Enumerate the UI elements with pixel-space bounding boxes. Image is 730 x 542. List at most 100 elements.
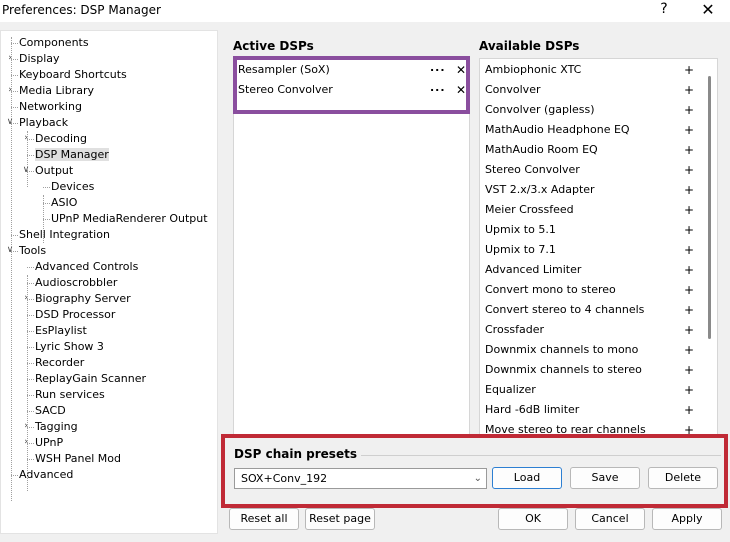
tree-item-advanced-controls[interactable]: Advanced Controls xyxy=(35,259,138,274)
tree-item-lyric-show-3[interactable]: Lyric Show 3 xyxy=(35,339,104,354)
active-dsp-row[interactable]: Stereo Convolver... ✕ xyxy=(238,80,468,100)
tree-item-dsd-processor[interactable]: DSD Processor xyxy=(35,307,115,322)
available-dsp-row[interactable]: Upmix to 5.1 + xyxy=(485,220,695,240)
close-button[interactable]: ✕ xyxy=(700,0,716,19)
available-dsp-row[interactable]: Hard -6dB limiter + xyxy=(485,400,695,420)
add-dsp-button[interactable]: + xyxy=(684,160,694,180)
tree-item-run-services[interactable]: Run services xyxy=(35,387,105,402)
tree-item-dsp-manager[interactable]: DSP Manager xyxy=(35,147,109,162)
tree-item-output[interactable]: Output xyxy=(35,163,73,178)
tree-item-asio[interactable]: ASIO xyxy=(51,195,77,210)
available-dsp-row[interactable]: Downmix channels to mono + xyxy=(485,340,695,360)
load-button[interactable]: Load xyxy=(492,467,562,489)
add-dsp-button[interactable]: + xyxy=(684,220,694,240)
configure-dsp-button[interactable]: ... xyxy=(430,78,446,98)
available-dsp-row[interactable]: Upmix to 7.1 + xyxy=(485,240,695,260)
reset-page-button[interactable]: Reset page xyxy=(305,508,375,530)
add-dsp-button[interactable]: + xyxy=(684,60,694,80)
tree-item-devices[interactable]: Devices xyxy=(51,179,94,194)
available-dsp-row[interactable]: Convolver (gapless) + xyxy=(485,100,695,120)
reset-all-button[interactable]: Reset all xyxy=(229,508,299,530)
chevron-down-icon[interactable]: ∨ xyxy=(22,163,30,178)
available-dsp-row[interactable]: Stereo Convolver + xyxy=(485,160,695,180)
tree-item-upnp-mediarenderer-output[interactable]: UPnP MediaRenderer Output xyxy=(51,211,208,226)
add-dsp-button[interactable]: + xyxy=(684,260,694,280)
add-dsp-button[interactable]: + xyxy=(684,400,694,420)
remove-dsp-button[interactable]: ✕ xyxy=(456,80,466,100)
tree-item-components[interactable]: Components xyxy=(19,35,89,50)
tree-item-audioscrobbler[interactable]: Audioscrobbler xyxy=(35,275,117,290)
tree-item-display[interactable]: Display xyxy=(19,51,60,66)
available-dsp-row[interactable]: MathAudio Headphone EQ + xyxy=(485,120,695,140)
tree-item-decoding[interactable]: Decoding xyxy=(35,131,87,146)
tree-item-tools[interactable]: Tools xyxy=(19,243,46,258)
save-button[interactable]: Save xyxy=(570,467,640,489)
add-dsp-button[interactable]: + xyxy=(684,240,694,260)
add-dsp-button[interactable]: + xyxy=(684,380,694,400)
available-dsp-row[interactable]: MathAudio Room EQ + xyxy=(485,140,695,160)
add-dsp-button[interactable]: + xyxy=(684,140,694,160)
available-dsp-row[interactable]: Crossfader + xyxy=(485,320,695,340)
add-dsp-button[interactable]: + xyxy=(684,180,694,200)
available-dsp-row[interactable]: Equalizer + xyxy=(485,380,695,400)
tree-item-sacd[interactable]: SACD xyxy=(35,403,66,418)
tree-item-label: Tools xyxy=(19,244,47,257)
available-dsp-row[interactable]: Meier Crossfeed + xyxy=(485,200,695,220)
active-dsps-list[interactable]: Resampler (SoX)... ✕ Stereo Convolver... ✕ xyxy=(233,58,470,436)
delete-button[interactable]: Delete xyxy=(648,467,718,489)
available-dsp-row[interactable]: Convolver + xyxy=(485,80,695,100)
tree-item-esplaylist[interactable]: EsPlaylist xyxy=(35,323,87,338)
tree-item-recorder[interactable]: Recorder xyxy=(35,355,84,370)
cancel-button[interactable]: Cancel xyxy=(575,508,645,530)
tree-connector xyxy=(11,107,18,108)
tree-item-wsh-panel-mod[interactable]: WSH Panel Mod xyxy=(35,451,121,466)
chevron-right-icon[interactable]: › xyxy=(22,435,30,450)
preferences-tree[interactable]: Components Display › Keyboard Shortcuts Medi… xyxy=(0,30,218,534)
chevron-down-icon[interactable]: ∨ xyxy=(6,115,14,130)
add-dsp-button[interactable]: + xyxy=(684,300,694,320)
available-dsps-header: Available DSPs xyxy=(479,39,580,53)
remove-dsp-button[interactable]: ✕ xyxy=(456,60,466,80)
chevron-right-icon[interactable]: › xyxy=(6,83,14,98)
tree-item-networking[interactable]: Networking xyxy=(19,99,82,114)
active-dsp-row[interactable]: Resampler (SoX)... ✕ xyxy=(238,60,468,80)
tree-item-media-library[interactable]: Media Library xyxy=(19,83,94,98)
tree-item-replaygain-scanner[interactable]: ReplayGain Scanner xyxy=(35,371,146,386)
add-dsp-button[interactable]: + xyxy=(684,320,694,340)
chevron-right-icon[interactable]: › xyxy=(22,419,30,434)
add-dsp-button[interactable]: + xyxy=(684,80,694,100)
chevron-right-icon[interactable]: › xyxy=(22,291,30,306)
tree-item-playback[interactable]: Playback xyxy=(19,115,68,130)
add-dsp-button[interactable]: + xyxy=(684,280,694,300)
available-dsp-row[interactable]: Ambiophonic XTC + xyxy=(485,60,695,80)
available-dsp-row[interactable]: Convert mono to stereo + xyxy=(485,280,695,300)
tree-item-tagging[interactable]: Tagging xyxy=(35,419,78,434)
tree-item-label: Networking xyxy=(19,100,82,113)
chevron-down-icon[interactable]: ∨ xyxy=(6,243,14,258)
tree-item-biography-server[interactable]: Biography Server xyxy=(35,291,131,306)
preset-select[interactable]: SOX+Conv_192 ⌄ xyxy=(234,468,487,489)
tree-item-keyboard-shortcuts[interactable]: Keyboard Shortcuts xyxy=(19,67,127,82)
available-dsp-row[interactable]: Advanced Limiter + xyxy=(485,260,695,280)
available-scrollbar[interactable] xyxy=(708,76,711,339)
chevron-right-icon[interactable]: › xyxy=(22,131,30,146)
apply-button[interactable]: Apply xyxy=(652,508,722,530)
add-dsp-button[interactable]: + xyxy=(684,340,694,360)
tree-item-shell-integration[interactable]: Shell Integration xyxy=(19,227,110,242)
available-dsps-list[interactable]: Ambiophonic XTC + Convolver + Convolver (gap… xyxy=(479,58,718,436)
ok-button[interactable]: OK xyxy=(498,508,568,530)
add-dsp-button[interactable]: + xyxy=(684,100,694,120)
tree-item-label: Biography Server xyxy=(35,292,131,305)
available-dsp-row[interactable]: Convert stereo to 4 channels + xyxy=(485,300,695,320)
add-dsp-button[interactable]: + xyxy=(684,360,694,380)
presets-divider xyxy=(355,455,721,456)
tree-item-label: Tagging xyxy=(35,420,78,433)
tree-item-upnp[interactable]: UPnP xyxy=(35,435,63,450)
add-dsp-button[interactable]: + xyxy=(684,200,694,220)
available-dsp-row[interactable]: VST 2.x/3.x Adapter + xyxy=(485,180,695,200)
configure-dsp-button[interactable]: ... xyxy=(430,58,446,78)
help-button[interactable]: ? xyxy=(657,1,671,17)
add-dsp-button[interactable]: + xyxy=(684,120,694,140)
chevron-right-icon[interactable]: › xyxy=(6,51,14,66)
available-dsp-row[interactable]: Downmix channels to stereo + xyxy=(485,360,695,380)
